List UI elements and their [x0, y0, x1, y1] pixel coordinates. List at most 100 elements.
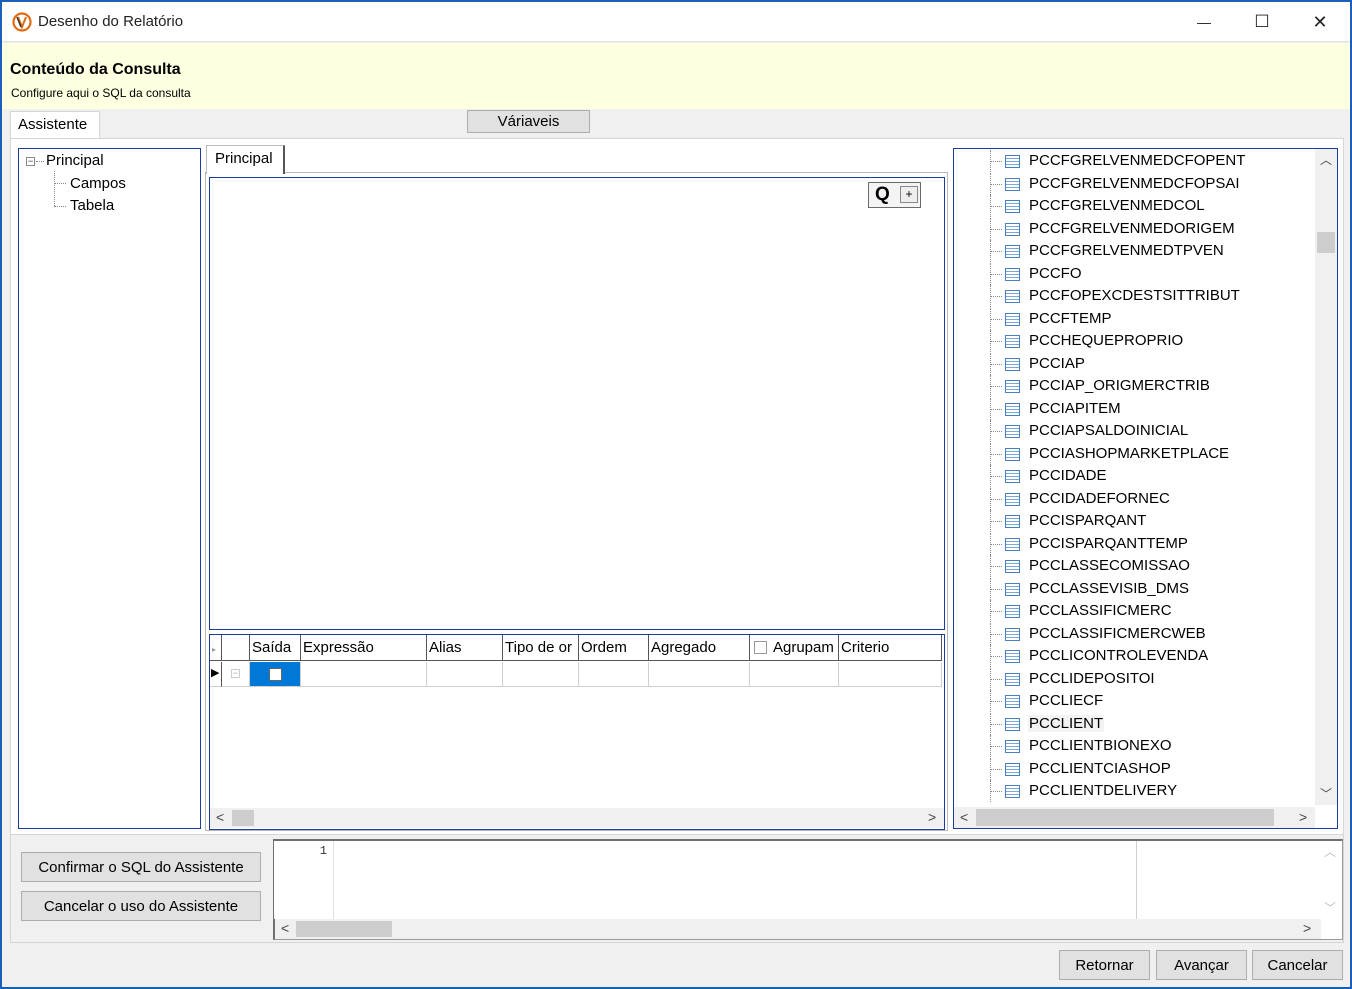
window-title: Desenho do Relatório	[38, 13, 184, 30]
table-list-item[interactable]: PCCFGRELVENMEDCFOPENT	[954, 150, 1294, 172]
table-name: PCCIAP_ORIGMERCTRIB	[1029, 377, 1210, 394]
variables-button[interactable]: Váriaveis	[467, 110, 590, 133]
table-icon	[1005, 650, 1020, 663]
tab-assistente[interactable]: Assistente	[10, 111, 100, 138]
table-list-item[interactable]: PCCLIDEPOSITOI	[954, 667, 1294, 690]
table-list-item[interactable]: PCCLICONTROLEVENDA	[954, 645, 1294, 667]
table-list-vertical-scrollbar[interactable]: ︿ ﹀	[1315, 149, 1337, 805]
table-list-item[interactable]: PCCIDADEFORNEC	[954, 487, 1294, 510]
table-list-item[interactable]: PCCIDADE	[954, 465, 1294, 487]
scrollbar-thumb[interactable]	[1317, 232, 1335, 253]
group-checkbox[interactable]	[754, 641, 767, 654]
table-name: PCCISPARQANT	[1029, 512, 1147, 529]
saida-cell[interactable]	[250, 662, 301, 687]
scroll-right-icon[interactable]: >	[928, 809, 936, 825]
cancel-button[interactable]: Cancelar	[1252, 950, 1343, 980]
table-list-item[interactable]: PCCLASSIFICMERC	[954, 600, 1294, 622]
table-list-item[interactable]: PCCFO	[954, 262, 1294, 285]
table-list-item[interactable]: PCCIASHOPMARKETPLACE	[954, 442, 1294, 465]
column-header-tipo-ordem[interactable]: Tipo de or	[503, 635, 579, 661]
confirm-sql-button[interactable]: Confirmar o SQL do Assistente	[21, 852, 261, 882]
table-list-item[interactable]: PCCLASSECOMISSAO	[954, 555, 1294, 577]
query-canvas[interactable]	[209, 177, 945, 630]
cancel-assistant-button[interactable]: Cancelar o uso do Assistente	[21, 891, 261, 921]
column-header-agregado[interactable]: Agregado	[649, 635, 750, 661]
table-name: PCCFGRELVENMEDCFOPENT	[1029, 152, 1246, 169]
tree-item-campos[interactable]: Campos	[70, 175, 126, 192]
table-list-item[interactable]: PCCLASSIFICMERCWEB	[954, 622, 1294, 645]
table-list-item[interactable]: PCCFGRELVENMEDCOL	[954, 195, 1294, 217]
ordem-cell[interactable]	[579, 662, 649, 687]
add-icon[interactable]: +	[900, 186, 918, 203]
table-list-item[interactable]: PCCLASSEVISIB_DMS	[954, 577, 1294, 600]
tree-item-principal[interactable]: Principal	[46, 152, 104, 169]
collapse-icon[interactable]: −	[26, 157, 35, 166]
table-list-item[interactable]: PCCLIECF	[954, 690, 1294, 712]
column-header-saida[interactable]: Saída	[250, 635, 301, 661]
title-bar: Desenho do Relatório — ☐ ✕	[2, 2, 1350, 42]
minimize-button[interactable]: —	[1175, 2, 1233, 42]
query-button[interactable]: Q	[875, 184, 890, 206]
tree-item-tabela[interactable]: Tabela	[70, 197, 114, 214]
saida-checkbox[interactable]	[269, 668, 282, 681]
table-list-item[interactable]: PCCIAPITEM	[954, 397, 1294, 420]
editor-vertical-scrollbar[interactable]: ︿ ﹀	[1320, 841, 1340, 919]
table-list-item[interactable]: PCCFTEMP	[954, 307, 1294, 330]
minimize-icon: —	[1197, 14, 1211, 30]
table-list-item[interactable]: PCCLIENTCIASHOP	[954, 757, 1294, 780]
editor-horizontal-scrollbar[interactable]: < >	[275, 919, 1321, 939]
tree-connector	[36, 161, 44, 162]
table-list-item[interactable]: PCCFGRELVENMEDORIGEM	[954, 217, 1294, 240]
table-icon	[1005, 267, 1020, 281]
table-list-horizontal-scrollbar[interactable]: < >	[954, 807, 1315, 828]
scroll-left-icon[interactable]: <	[960, 809, 968, 825]
table-list-item[interactable]: PCCIAP_ORIGMERCTRIB	[954, 375, 1294, 397]
scrollbar-thumb[interactable]	[232, 810, 254, 826]
scrollbar-thumb[interactable]	[976, 809, 1274, 826]
agregado-cell[interactable]	[649, 662, 750, 687]
scroll-left-icon[interactable]: <	[216, 809, 224, 825]
tree-connector	[990, 768, 1002, 770]
criterio-cell[interactable]	[839, 662, 942, 687]
scroll-right-icon[interactable]: >	[1299, 809, 1307, 825]
maximize-button[interactable]: ☐	[1233, 2, 1291, 42]
agrupamento-cell[interactable]	[750, 662, 839, 687]
table-list-item[interactable]: PCCFGRELVENMEDTPVEN	[954, 240, 1294, 262]
scroll-down-icon[interactable]: ﹀	[1320, 785, 1332, 802]
alias-cell[interactable]	[427, 662, 503, 687]
column-header-ordem[interactable]: Ordem	[579, 635, 649, 661]
table-list-item[interactable]: PCCHEQUEPROPRIO	[954, 330, 1294, 352]
scroll-up-icon[interactable]: ︿	[1320, 151, 1332, 168]
tipo-ordem-cell[interactable]	[503, 662, 579, 687]
table-list-item[interactable]: PCCFGRELVENMEDCFOPSAI	[954, 172, 1294, 195]
grid-horizontal-scrollbar[interactable]: < >	[210, 808, 944, 828]
table-list-item[interactable]: PCCISPARQANTTEMP	[954, 532, 1294, 555]
tree-connector	[990, 678, 1002, 680]
column-header-alias[interactable]: Alias	[427, 635, 503, 661]
column-header-expressao[interactable]: Expressão	[301, 635, 427, 661]
tab-principal[interactable]: Principal	[206, 145, 285, 174]
close-button[interactable]: ✕	[1291, 2, 1349, 42]
expressao-cell[interactable]	[301, 662, 427, 687]
table-list-item[interactable]: PCCFOPEXCDESTSITTRIBUT	[954, 285, 1294, 307]
scroll-up-icon[interactable]: ︿	[1324, 843, 1336, 860]
table-list-item[interactable]: PCCLIENTBIONEXO	[954, 735, 1294, 757]
tree-connector	[990, 476, 1002, 477]
back-button[interactable]: Retornar	[1059, 950, 1150, 980]
table-list-item[interactable]: PCCIAP	[954, 352, 1294, 375]
scroll-down-icon[interactable]: ﹀	[1324, 899, 1336, 916]
row-expander[interactable]: −	[222, 662, 250, 687]
grid-corner: ▸	[210, 635, 222, 661]
table-list-item[interactable]: PCCISPARQANT	[954, 510, 1294, 532]
scroll-left-icon[interactable]: <	[281, 920, 289, 936]
table-list-item[interactable]: PCCIAPSALDOINICIAL	[954, 420, 1294, 442]
table-name: PCCFO	[1029, 264, 1082, 282]
scroll-right-icon[interactable]: >	[1303, 920, 1311, 936]
scrollbar-thumb[interactable]	[296, 921, 392, 937]
table-list-item[interactable]: PCCLIENT	[954, 712, 1294, 735]
column-header-criterio[interactable]: Criterio	[839, 635, 942, 661]
table-list-item[interactable]: PCCLIENTDELIVERY	[954, 780, 1294, 802]
next-button[interactable]: Avançar	[1156, 950, 1247, 980]
table-name: PCCLASSEVISIB_DMS	[1029, 579, 1190, 597]
column-header-agrupamento[interactable]: Agrupam	[750, 635, 839, 661]
